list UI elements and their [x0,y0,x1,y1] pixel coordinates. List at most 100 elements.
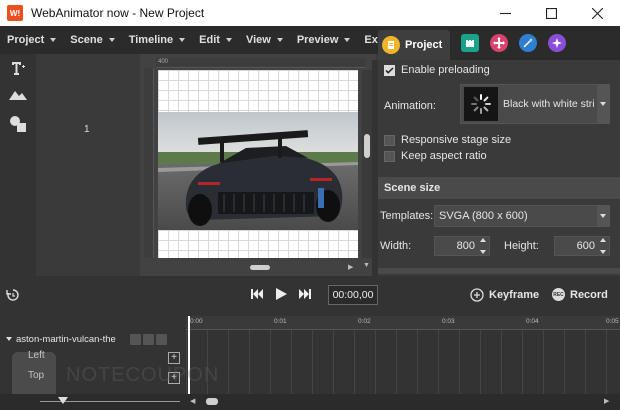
caret-down-icon [225,38,232,42]
project-tab-icon [382,36,400,54]
templates-label: Templates: [380,210,434,222]
scene-icon [466,40,475,47]
tab-project-label: Project [405,39,443,51]
scroll-left-arrow-icon[interactable]: ◀ [190,397,195,405]
caret-down-icon [276,38,283,42]
spin-down-icon [480,250,486,254]
height-input[interactable]: 600 [554,236,610,256]
maximize-button[interactable] [528,0,574,26]
height-spinner[interactable] [598,238,608,254]
animation-label: Animation: [384,100,436,112]
width-spinner[interactable] [478,238,488,254]
timeline-ruler[interactable]: 0:00 0:01 0:02 0:03 0:04 0:05 [186,316,620,330]
templates-select[interactable]: SVGA (800 x 600) [434,205,610,227]
width-input[interactable]: 800 [434,236,490,256]
clipboard-icon [388,41,394,49]
text-tool-icon [12,62,25,75]
ruler-top: 400 [156,58,366,68]
spin-down-icon [600,250,606,254]
animation-select[interactable]: Black with white stri [460,84,610,124]
scroll-thumb[interactable] [364,134,370,158]
close-button[interactable] [574,0,620,26]
move-arrows-icon [493,37,506,49]
menu-label: Exp [364,34,378,46]
forward-button[interactable] [298,288,311,300]
panel-divider [378,268,620,274]
menu-project[interactable]: Project [0,26,63,54]
timeline-layer-row[interactable]: aston-martin-vulcan-the [6,332,184,346]
check-icon [385,66,394,74]
keyframe-label: Keyframe [489,289,540,301]
caret-down-icon [108,38,115,42]
play-icon [276,288,287,300]
close-icon [591,7,603,19]
height-value: 600 [576,240,595,252]
tab-effects[interactable] [519,34,538,52]
keyframe-diamond-icon[interactable] [156,333,167,345]
width-label: Width: [380,240,412,252]
rewind-button[interactable] [251,288,264,300]
record-icon: REC [552,288,565,301]
checkbox-unchecked-icon [384,150,395,162]
tick-label: 0:03 [442,318,455,325]
play-button[interactable] [276,288,287,300]
zoom-slider-thumb[interactable] [58,397,68,404]
sparkle-icon [552,38,563,48]
scene-size-heading: Scene size [378,177,620,199]
stage-horizontal-scrollbar[interactable]: ▶ [158,262,362,272]
magic-wand-icon [523,38,534,48]
stage-canvas[interactable] [158,70,358,258]
checkbox-checked-icon [384,64,395,76]
lock-icon[interactable] [130,333,141,345]
watermark: NOTECOUPON [12,352,219,398]
title-bar: W! WebAnimator now - New Project [0,0,620,26]
tab-sparkle[interactable] [548,34,567,52]
scroll-down-arrow-icon[interactable]: ▼ [363,262,370,269]
menu-view[interactable]: View [239,26,290,54]
dropdown-button[interactable] [597,85,609,123]
checkbox-label: Enable preloading [401,64,490,76]
caret-down-icon [50,38,57,42]
text-tool[interactable] [8,58,28,78]
image-tool[interactable] [8,84,28,104]
menu-label: Timeline [128,34,174,46]
menu-timeline[interactable]: Timeline [122,26,192,54]
time-display[interactable]: 00:00,00 [328,285,378,305]
enable-preloading-checkbox[interactable]: Enable preloading [384,64,490,76]
expand-caret-icon[interactable] [6,337,12,341]
caret-down-icon [600,214,606,218]
panel-scrollbar[interactable] [372,60,378,276]
menu-export[interactable]: Exp [357,26,378,54]
shape-tool[interactable] [8,114,28,134]
layer-name: aston-martin-vulcan-the [16,333,116,345]
tab-scene[interactable] [461,34,480,52]
playback-bar: 00:00,00 Keyframe REC Record [0,276,620,316]
keyframe-button[interactable]: Keyframe [470,288,539,302]
app-logo-icon: W! [7,5,23,21]
keep-aspect-checkbox[interactable]: Keep aspect ratio [384,150,487,162]
timeline-scroll-thumb[interactable] [206,398,218,405]
scroll-right-arrow-icon[interactable]: ▶ [348,263,353,271]
dropdown-button[interactable] [597,206,609,226]
timer-button[interactable] [6,288,20,302]
mountain-icon [9,91,27,100]
car-image[interactable] [158,112,358,230]
record-label: Record [570,288,608,301]
record-button[interactable]: REC Record [552,288,608,301]
menu-preview[interactable]: Preview [290,26,358,54]
timeline-tracks[interactable] [186,330,620,394]
tick-label: 0:04 [526,318,539,325]
scroll-right-arrow-icon[interactable]: ▶ [604,397,609,405]
tab-move[interactable] [490,34,509,52]
stage-vertical-scrollbar[interactable] [362,70,372,258]
eye-icon[interactable] [143,333,154,345]
minimize-button[interactable] [482,0,528,26]
menu-scene[interactable]: Scene [63,26,121,54]
skip-back-icon [251,289,263,299]
ruler-label: 400 [158,59,169,65]
tab-project[interactable]: Project [378,30,451,60]
menu-edit[interactable]: Edit [192,26,239,54]
width-value: 800 [456,240,475,252]
responsive-stage-checkbox[interactable]: Responsive stage size [384,134,511,146]
scroll-thumb[interactable] [250,265,270,270]
